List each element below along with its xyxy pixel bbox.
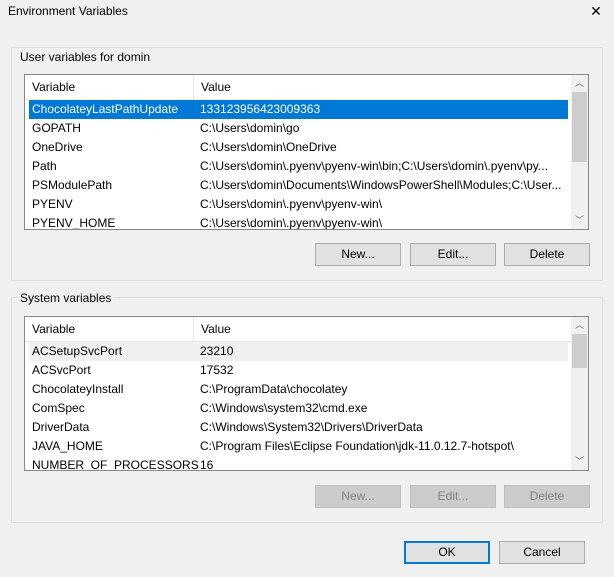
variable-name: GOPATH: [32, 121, 81, 135]
column-value[interactable]: Value: [194, 75, 231, 99]
table-row[interactable]: DriverData C:\Windows\System32\Drivers\Dr…: [29, 418, 568, 437]
scroll-down-icon[interactable]: ﹀: [571, 453, 588, 470]
variable-name: DriverData: [32, 420, 90, 434]
system-variables-label: System variables: [18, 291, 114, 305]
variable-name: ComSpec: [32, 401, 85, 415]
variable-value: 16: [200, 458, 214, 471]
variable-value: C:\Users\domin\.pyenv\pyenv-win\bin;C:\U…: [200, 159, 548, 173]
scroll-down-icon[interactable]: ﹀: [571, 212, 588, 229]
table-row[interactable]: ACSetupSvcPort 23210: [29, 342, 568, 361]
system-edit-button[interactable]: Edit...: [410, 485, 496, 508]
scrollbar[interactable]: ︿ ﹀: [571, 317, 588, 470]
table-row[interactable]: PYENV C:\Users\domin\.pyenv\pyenv-win\: [29, 195, 568, 214]
user-delete-button[interactable]: Delete: [504, 243, 590, 266]
variable-name: ACSetupSvcPort: [32, 344, 123, 358]
table-row[interactable]: NUMBER_OF_PROCESSORS 16: [29, 456, 568, 471]
variable-value: C:\Users\domin\Documents\WindowsPowerShe…: [200, 178, 562, 192]
table-row[interactable]: ChocolateyLastPathUpdate 1331239564230093…: [28, 99, 569, 120]
scroll-up-icon[interactable]: ︿: [571, 317, 588, 334]
close-icon[interactable]: ✕: [586, 2, 606, 20]
user-variables-label: User variables for domin: [18, 50, 153, 64]
variable-name: PSModulePath: [32, 178, 113, 192]
table-row[interactable]: ChocolateyInstall C:\ProgramData\chocolat…: [29, 380, 568, 399]
scrollbar[interactable]: ︿ ﹀: [571, 75, 588, 229]
user-edit-button[interactable]: Edit...: [410, 243, 496, 266]
variable-value: C:\ProgramData\chocolatey: [200, 382, 348, 396]
system-variables-list[interactable]: Variable Value ACSetupSvcPort 23210 ACSvcPo…: [24, 316, 589, 471]
column-value[interactable]: Value: [194, 317, 231, 341]
variable-value: C:\Users\domin\.pyenv\pyenv-win\: [200, 216, 383, 230]
user-variables-list[interactable]: Variable Value ChocolateyLastPathUpdate 13…: [24, 74, 589, 230]
column-variable[interactable]: Variable: [25, 75, 194, 99]
variable-name: JAVA_HOME: [32, 439, 103, 453]
scroll-up-icon[interactable]: ︿: [571, 75, 588, 92]
table-row[interactable]: PYENV_HOME C:\Users\domin\.pyenv\pyenv-wi…: [29, 214, 568, 230]
user-new-button[interactable]: New...: [315, 243, 401, 266]
ok-button[interactable]: OK: [404, 541, 490, 564]
variable-name: ChocolateyInstall: [32, 382, 124, 396]
variable-value: C:\Users\domin\.pyenv\pyenv-win\: [200, 197, 383, 211]
variable-name: OneDrive: [32, 140, 83, 154]
variable-value: C:\Windows\System32\Drivers\DriverData: [200, 420, 423, 434]
table-row[interactable]: OneDrive C:\Users\domin\OneDrive: [29, 138, 568, 157]
variable-value: 17532: [200, 363, 234, 377]
window-title: Environment Variables: [8, 4, 128, 18]
table-row[interactable]: JAVA_HOME C:\Program Files\Eclipse Founda…: [29, 437, 568, 456]
table-row[interactable]: ACSvcPort 17532: [29, 361, 568, 380]
table-row[interactable]: ComSpec C:\Windows\system32\cmd.exe: [29, 399, 568, 418]
variable-value: C:\Users\domin\go: [200, 121, 300, 135]
variable-value: C:\Windows\system32\cmd.exe: [200, 401, 368, 415]
table-row[interactable]: PSModulePath C:\Users\domin\Documents\Win…: [29, 176, 568, 195]
variable-name: PYENV_HOME: [32, 216, 116, 230]
variable-value: 133123956423009363: [200, 102, 321, 116]
variable-name: PYENV: [32, 197, 73, 211]
table-row[interactable]: GOPATH C:\Users\domin\go: [29, 119, 568, 138]
table-row[interactable]: Path C:\Users\domin\.pyenv\pyenv-win\bin;…: [29, 157, 568, 176]
variable-value: 23210: [200, 344, 234, 358]
system-new-button[interactable]: New...: [315, 485, 401, 508]
system-delete-button[interactable]: Delete: [504, 485, 590, 508]
variable-name: Path: [32, 159, 57, 173]
column-variable[interactable]: Variable: [25, 317, 194, 341]
variable-name: ACSvcPort: [32, 363, 91, 377]
variable-name: NUMBER_OF_PROCESSORS: [32, 458, 199, 471]
variable-value: C:\Program Files\Eclipse Foundation\jdk-…: [200, 439, 514, 453]
cancel-button[interactable]: Cancel: [499, 541, 585, 564]
variable-name: ChocolateyLastPathUpdate: [32, 102, 179, 116]
variable-value: C:\Users\domin\OneDrive: [200, 140, 337, 154]
